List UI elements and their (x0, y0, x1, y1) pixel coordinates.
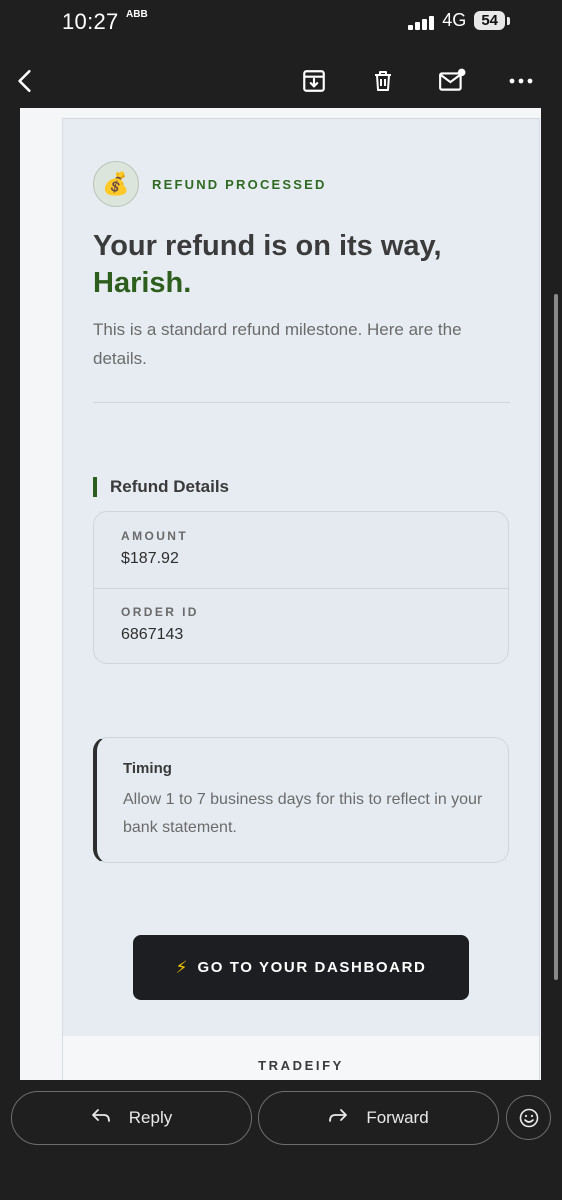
bottom-action-bar: Reply Forward (0, 1080, 562, 1200)
scrollbar[interactable] (554, 294, 558, 980)
lightning-icon: ⚡ (175, 957, 188, 977)
detail-label: ORDER ID (121, 605, 199, 619)
dashboard-button-label: GO TO YOUR DASHBOARD (197, 959, 427, 976)
delete-icon[interactable] (368, 66, 398, 96)
status-right: 4G 54 (408, 10, 510, 31)
email-toolbar (0, 54, 562, 108)
status-time: 10:27 (62, 9, 119, 34)
detail-row-amount: AMOUNT $187.92 (94, 529, 508, 568)
status-bar: 10:27 ABB 4G 54 (0, 0, 562, 44)
section-title: Refund Details (93, 477, 229, 497)
email-headline: Your refund is on its way, Harish. (93, 228, 513, 302)
timing-text: Allow 1 to 7 business days for this to r… (123, 791, 483, 836)
forward-button[interactable]: Forward (258, 1091, 499, 1145)
detail-row-order-id: ORDER ID 6867143 (94, 605, 508, 644)
headline-text: Your refund is on its way, (93, 230, 442, 262)
reply-button[interactable]: Reply (11, 1091, 252, 1145)
detail-label: AMOUNT (121, 529, 189, 543)
reply-icon (91, 1107, 111, 1130)
detail-value: 6867143 (121, 626, 184, 643)
network-type: 4G (442, 10, 467, 30)
battery-level: 54 (474, 11, 505, 30)
email-frame: 💰 REFUND PROCESSED Your refund is on its… (20, 108, 541, 1080)
signal-icon (408, 12, 435, 30)
footer-brand: TRADEIFY (258, 1058, 344, 1073)
refund-details-box: AMOUNT $187.92 ORDER ID 6867143 (93, 511, 509, 664)
dashboard-button[interactable]: ⚡ GO TO YOUR DASHBOARD (133, 935, 469, 1000)
battery-icon: 54 (474, 11, 510, 30)
lead-paragraph: This is a standard refund milestone. Her… (93, 320, 462, 368)
timing-callout: Timing Allow 1 to 7 business days for th… (93, 737, 509, 863)
reply-label: Reply (128, 1108, 173, 1127)
notification-indicator: ABB (126, 9, 148, 20)
forward-icon (328, 1107, 348, 1130)
back-arrow-icon[interactable] (10, 66, 40, 96)
divider (93, 402, 510, 403)
timing-title: Timing (123, 760, 172, 777)
status-badge: 💰 REFUND PROCESSED (93, 161, 327, 207)
mark-unread-icon[interactable] (437, 66, 467, 96)
archive-icon[interactable] (299, 66, 329, 96)
more-options-icon[interactable] (506, 66, 536, 96)
email-footer: TRADEIFY (63, 1036, 539, 1080)
forward-label: Forward (366, 1108, 429, 1127)
money-bag-icon: 💰 (93, 161, 139, 207)
recipient-name: Harish. (93, 267, 192, 299)
emoji-reaction-icon[interactable] (506, 1095, 551, 1140)
email-card: 💰 REFUND PROCESSED Your refund is on its… (62, 118, 540, 1080)
email-body-viewport[interactable]: 💰 REFUND PROCESSED Your refund is on its… (0, 108, 562, 1080)
detail-value: $187.92 (121, 550, 179, 567)
badge-label: REFUND PROCESSED (152, 176, 327, 192)
